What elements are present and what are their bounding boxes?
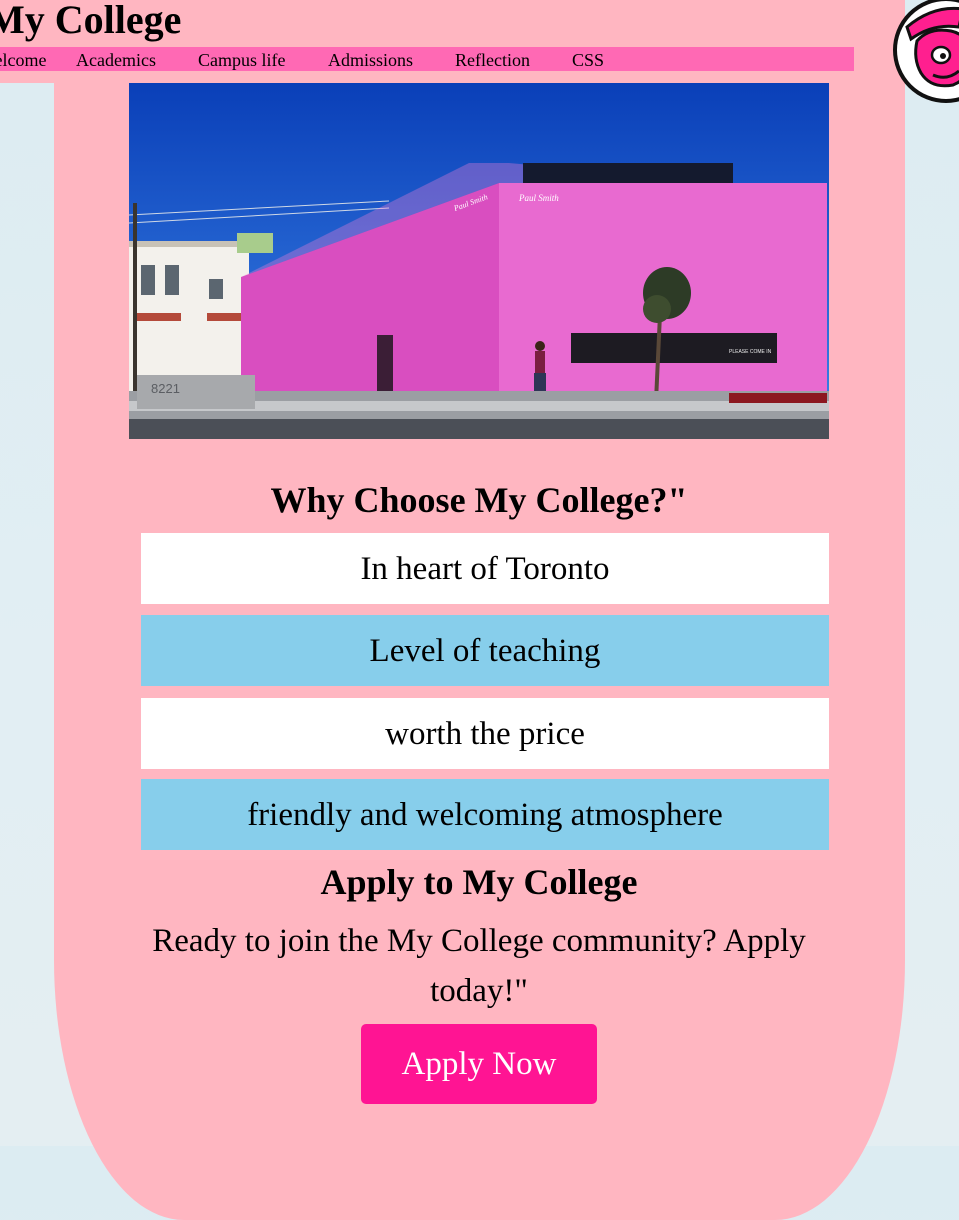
street-number: 8221 <box>151 381 180 396</box>
nav-link-campus-life[interactable]: Campus life <box>198 49 286 71</box>
apply-description: Ready to join the My College community? … <box>152 923 806 1009</box>
nav-link-admissions[interactable]: Admissions <box>328 49 413 71</box>
reason-item-teaching: Level of teaching <box>141 615 829 686</box>
window-text: PLEASE COME IN <box>729 349 772 355</box>
nav-link-academics[interactable]: Academics <box>76 49 156 71</box>
site-title: My College <box>0 0 182 42</box>
nav-link-css[interactable]: CSS <box>572 49 604 71</box>
nav-link-welcome[interactable]: Welcome <box>0 49 47 71</box>
college-mascot-logo-icon <box>893 0 959 103</box>
main-nav: Welcome Academics Campus life Admissions… <box>0 47 854 71</box>
reason-item-price: worth the price <box>141 698 829 769</box>
reason-item-atmosphere: friendly and welcoming atmosphere <box>141 779 829 850</box>
campus-building-image: PLEASE COME IN Paul Smith Paul Smith 822… <box>129 83 829 439</box>
apply-heading: Apply to My College <box>320 862 638 902</box>
why-choose-heading: Why Choose My College?" <box>270 480 688 520</box>
reason-item-toronto: In heart of Toronto <box>141 533 829 604</box>
nav-link-reflection[interactable]: Reflection <box>455 49 530 71</box>
building-sign-right: Paul Smith <box>518 193 559 203</box>
apply-now-button[interactable]: Apply Now <box>361 1024 597 1104</box>
